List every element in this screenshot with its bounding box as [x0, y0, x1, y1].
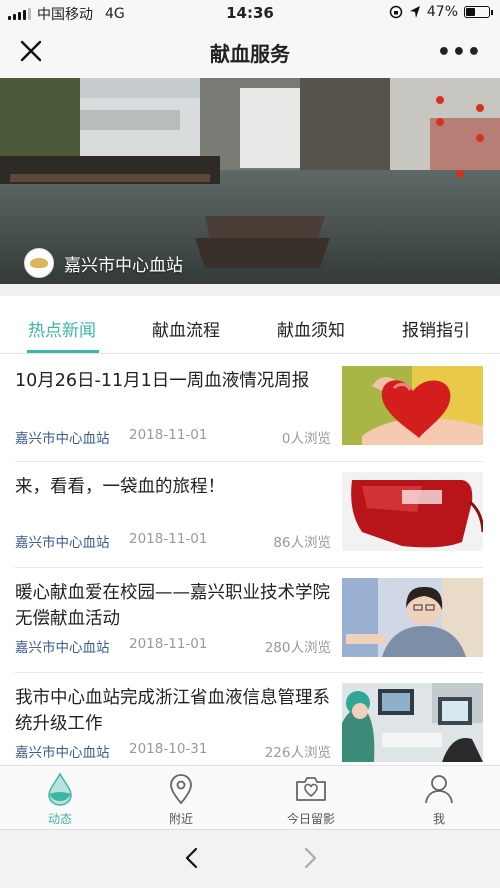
news-thumbnail: [342, 578, 483, 657]
person-icon: [425, 775, 453, 804]
news-item[interactable]: 来，看看，一袋血的旅程！ 嘉兴市中心血站 2018-11-01 86人浏览: [0, 462, 500, 568]
tabbar-label: 动态: [47, 812, 72, 826]
news-source: 嘉兴市中心血站: [15, 745, 110, 761]
news-item[interactable]: 暖心献血爱在校园——嘉兴职业技术学院无偿献血活动 嘉兴市中心血站 2018-11…: [0, 568, 500, 674]
battery-fill: [466, 8, 476, 16]
blood-station-logo: [24, 248, 54, 278]
news-source: 嘉兴市中心血站: [15, 640, 110, 656]
tab-hot-news[interactable]: 热点新闻: [28, 316, 96, 341]
status-bar: 中国移动 4G 14:36 47%: [0, 0, 500, 26]
news-thumbnail: [342, 472, 483, 551]
tabbar-label: 今日留影: [286, 812, 335, 826]
student-donor-image: [342, 578, 483, 657]
heart-in-hands-image: [342, 366, 483, 445]
active-tab-indicator: [27, 350, 99, 353]
tabbar-item-nearby[interactable]: 附近: [131, 772, 231, 827]
more-options-icon[interactable]: •••: [437, 40, 482, 65]
tabbar-item-me[interactable]: 我: [389, 772, 489, 827]
section-gap: [0, 284, 500, 296]
tabbar-label: 附近: [168, 812, 193, 826]
browser-toolbar: [0, 829, 500, 888]
forward-arrow-icon[interactable]: [298, 846, 322, 870]
tab-reimbursement-guide[interactable]: 报销指引: [402, 316, 470, 341]
news-meta: 嘉兴市中心血站 2018-11-01 280人浏览: [15, 636, 331, 656]
news-meta: 嘉兴市中心血站 2018-11-01 0人浏览: [15, 427, 331, 447]
news-views: 226人浏览: [264, 745, 331, 761]
banner-badge: 嘉兴市中心血站: [24, 248, 183, 278]
tab-donation-process[interactable]: 献血流程: [152, 316, 220, 341]
news-item[interactable]: 10月26日-11月1日一周血液情况周报 嘉兴市中心血站 2018-11-01 …: [0, 356, 500, 462]
bottom-tab-bar: 动态 附近 今日留影 我: [0, 765, 500, 829]
news-date: 2018-11-01: [129, 636, 208, 652]
news-thumbnail: [342, 366, 483, 445]
news-meta: 嘉兴市中心血站 2018-10-31 226人浏览: [15, 741, 331, 761]
news-views: 280人浏览: [264, 640, 331, 656]
battery-icon: [464, 6, 493, 18]
news-title: 来，看看，一袋血的旅程！: [15, 477, 225, 497]
news-title: 暖心献血爱在校园——嘉兴职业技术学院无偿献血活动: [15, 583, 330, 629]
news-views: 86人浏览: [273, 535, 331, 551]
banner-image[interactable]: 嘉兴市中心血站: [0, 78, 500, 284]
tabbar-item-photos[interactable]: 今日留影: [261, 772, 361, 827]
news-title: 我市中心血站完成浙江省血液信息管理系统升级工作: [15, 688, 330, 734]
news-meta: 嘉兴市中心血站 2018-11-01 86人浏览: [15, 531, 331, 551]
camera-heart-icon: [296, 777, 326, 801]
rotation-lock-icon: [389, 5, 403, 19]
news-thumbnail: [342, 683, 483, 762]
news-date: 2018-10-31: [129, 741, 208, 757]
battery-percent: 47%: [426, 4, 458, 20]
banner-station-name: 嘉兴市中心血站: [64, 255, 183, 276]
tabbar-item-feed[interactable]: 动态: [10, 772, 110, 827]
blood-bag-image: [342, 472, 483, 551]
news-source: 嘉兴市中心血站: [15, 431, 110, 447]
tabbar-label: 我: [432, 812, 445, 826]
location-arrow-icon: [409, 6, 420, 18]
news-source: 嘉兴市中心血站: [15, 535, 110, 551]
news-item[interactable]: 我市中心血站完成浙江省血液信息管理系统升级工作 嘉兴市中心血站 2018-10-…: [0, 673, 500, 779]
status-right: 47%: [389, 4, 493, 20]
news-date: 2018-11-01: [129, 531, 208, 547]
lab-workers-image: [342, 683, 483, 762]
back-arrow-icon[interactable]: [180, 846, 204, 870]
category-tabs: 热点新闻 献血流程 献血须知 报销指引: [0, 296, 500, 354]
news-date: 2018-11-01: [129, 427, 208, 443]
drop-icon: [48, 772, 72, 806]
news-views: 0人浏览: [281, 431, 331, 447]
news-title: 10月26日-11月1日一周血液情况周报: [15, 371, 310, 391]
tab-donation-notice[interactable]: 献血须知: [277, 316, 345, 341]
location-pin-icon: [170, 774, 192, 805]
nav-bar: 献血服务 •••: [0, 26, 500, 78]
page-title: 献血服务: [210, 42, 290, 66]
